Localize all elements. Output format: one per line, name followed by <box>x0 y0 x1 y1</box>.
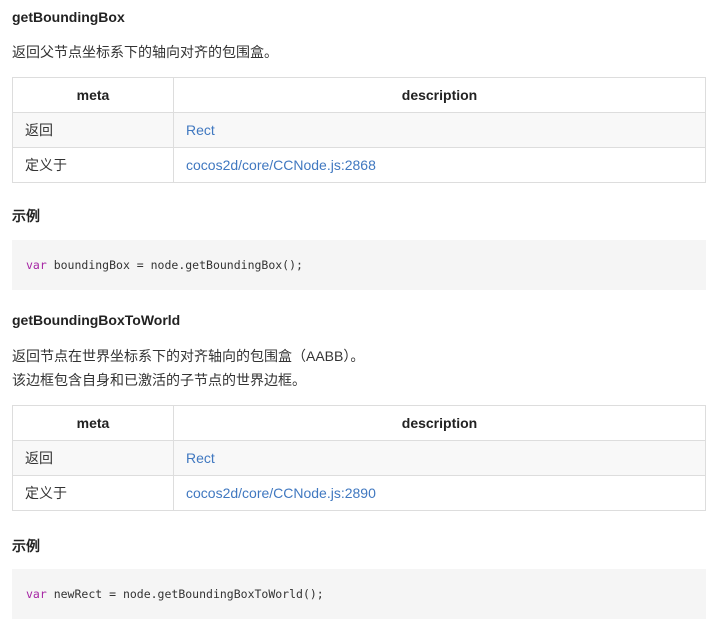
rect-type-link[interactable]: Rect <box>186 450 215 466</box>
table-cell-label: 定义于 <box>12 475 174 511</box>
code-text: newRect = node.getBoundingBoxToWorld(); <box>46 587 324 601</box>
example-heading: 示例 <box>12 538 40 554</box>
method-description-line-2: 该边框包含自身和已激活的子节点的世界边框。 <box>12 372 306 388</box>
table-cell-value: cocos2d/core/CCNode.js:2868 <box>173 147 706 183</box>
method-description: 返回父节点坐标系下的轴向对齐的包围盒。 <box>12 44 278 60</box>
code-block: var boundingBox = node.getBoundingBox(); <box>12 240 706 290</box>
table-header-row: meta description <box>12 77 706 113</box>
code-keyword: var <box>26 587 47 601</box>
meta-table: meta description 返回 Rect 定义于 cocos2d/cor… <box>12 77 706 183</box>
doc-page: getBoundingBox 返回父节点坐标系下的轴向对齐的包围盒。 meta … <box>0 0 720 630</box>
table-row: 返回 Rect <box>12 440 706 476</box>
table-cell-label: 定义于 <box>12 147 174 183</box>
table-cell-label: 返回 <box>12 440 174 476</box>
table-header-description: description <box>173 77 706 113</box>
method-title-getboundingbox: getBoundingBox <box>12 9 125 25</box>
table-cell-label: 返回 <box>12 112 174 148</box>
table-header-description: description <box>173 405 706 441</box>
table-header-meta: meta <box>12 77 174 113</box>
source-file-link[interactable]: cocos2d/core/CCNode.js:2890 <box>186 485 376 501</box>
table-row: 定义于 cocos2d/core/CCNode.js:2868 <box>12 147 706 183</box>
code-text: boundingBox = node.getBoundingBox(); <box>46 258 303 272</box>
meta-table: meta description 返回 Rect 定义于 cocos2d/cor… <box>12 405 706 511</box>
table-cell-value: Rect <box>173 112 706 148</box>
table-row: 定义于 cocos2d/core/CCNode.js:2890 <box>12 475 706 511</box>
method-title-getboundingboxtoworld: getBoundingBoxToWorld <box>12 312 181 328</box>
table-cell-value: Rect <box>173 440 706 476</box>
method-description-line-1: 返回节点在世界坐标系下的对齐轴向的包围盒（AABB）。 <box>12 348 365 364</box>
rect-type-link[interactable]: Rect <box>186 122 215 138</box>
example-heading: 示例 <box>12 208 40 224</box>
code-keyword: var <box>26 258 47 272</box>
source-file-link[interactable]: cocos2d/core/CCNode.js:2868 <box>186 157 376 173</box>
table-row: 返回 Rect <box>12 112 706 148</box>
table-cell-value: cocos2d/core/CCNode.js:2890 <box>173 475 706 511</box>
table-header-meta: meta <box>12 405 174 441</box>
table-header-row: meta description <box>12 405 706 441</box>
code-block: var newRect = node.getBoundingBoxToWorld… <box>12 569 706 619</box>
